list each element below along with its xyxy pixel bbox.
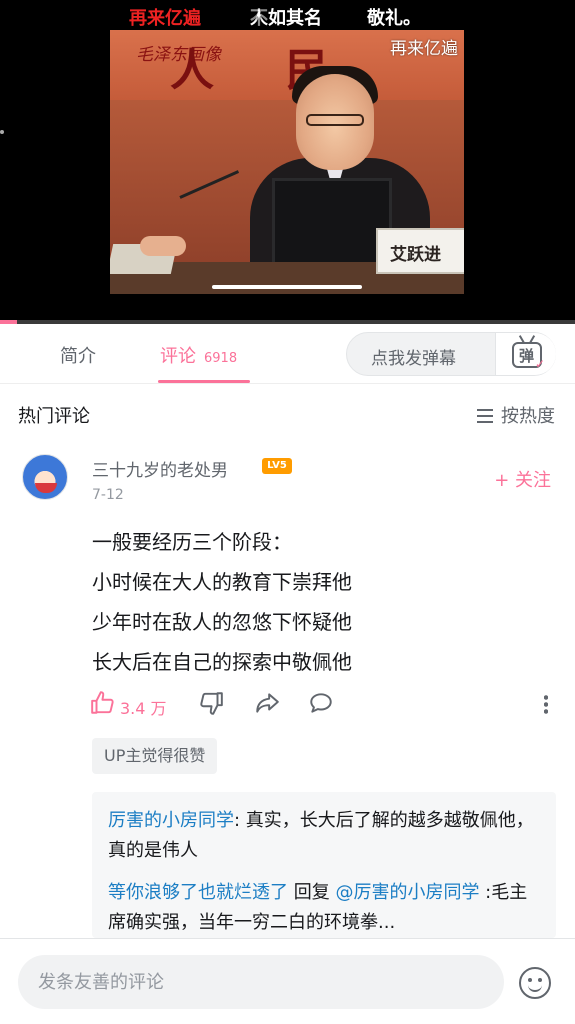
- share-button[interactable]: [254, 690, 280, 720]
- status-dot: [0, 130, 4, 134]
- comment-actions: 3.4 万: [90, 690, 560, 720]
- sort-toggle[interactable]: 按热度: [477, 402, 555, 428]
- sort-label: 按热度: [501, 406, 555, 427]
- reply-button[interactable]: [308, 690, 334, 720]
- reply-username[interactable]: 等你浪够了也就烂透了: [108, 882, 288, 903]
- emoji-icon[interactable]: [519, 967, 551, 999]
- tab-bar: 简介 评论 6918 点我发弹幕 弹 ✓: [0, 324, 575, 384]
- speaker-hand: [140, 236, 186, 256]
- danmaku-input-pill[interactable]: 点我发弹幕 弹 ✓: [346, 332, 556, 376]
- video-frame: 毛泽东画像 人 民 万 艾跃进 再来亿遍: [110, 30, 464, 294]
- comment-line: 长大后在自己的探索中敬佩他: [92, 650, 352, 674]
- comment-date: 7-12: [92, 487, 124, 503]
- comment-line: 少年时在敌人的忽悠下怀疑他: [92, 610, 352, 634]
- danmaku-item: 再来亿遍: [129, 8, 201, 29]
- tab-comments-label: 评论: [160, 346, 196, 367]
- level-badge: LV5: [262, 458, 292, 474]
- comment-bubble-icon: [310, 693, 332, 713]
- list-icon: [477, 409, 493, 423]
- scene-monitor: [272, 178, 392, 270]
- danmaku-item: 敬礼。: [367, 8, 421, 29]
- reply-item[interactable]: 等你浪够了也就烂透了 回复 @厉害的小房同学 :毛主席确实强，当年一穷二白的环境…: [108, 878, 540, 938]
- reply-mention[interactable]: @厉害的小房同学: [335, 882, 479, 903]
- reply-username[interactable]: 厉害的小房同学: [108, 810, 234, 831]
- comment-input-bar: [0, 938, 575, 1024]
- dislike-button[interactable]: [198, 690, 224, 720]
- thumbs-up-icon: [91, 691, 114, 714]
- danmaku-item: 不如: [250, 8, 286, 29]
- tab-comments[interactable]: 评论 6918: [160, 342, 237, 368]
- speaker-glasses: [306, 114, 364, 126]
- scene-nameplate: 艾跃进: [376, 228, 464, 274]
- video-watermark: 再来亿遍: [390, 39, 458, 59]
- like-button[interactable]: 3.4 万: [90, 690, 190, 720]
- comments-header: 热门评论 按热度: [0, 384, 575, 442]
- share-icon: [256, 693, 279, 713]
- reply-separator: :: [234, 810, 246, 831]
- reply-item[interactable]: 厉害的小房同学: 真实，长大后了解的越多越敬佩他，真的是伟人: [108, 806, 540, 866]
- tab-comments-count: 6918: [204, 351, 238, 366]
- comment-line: 小时候在大人的教育下崇拜他: [92, 570, 352, 594]
- home-indicator: [212, 285, 362, 289]
- danmaku-tv-icon: 弹 ✓: [512, 342, 545, 371]
- danmaku-toggle-button[interactable]: 弹 ✓: [496, 333, 556, 375]
- tab-active-indicator: [158, 380, 250, 383]
- danmaku-icon-glyph: 弹: [519, 347, 535, 365]
- tab-intro[interactable]: 简介: [60, 342, 96, 368]
- comment-line: 一般要经历三个阶段：: [92, 530, 292, 554]
- danmaku-input-placeholder[interactable]: 点我发弹幕: [371, 344, 456, 369]
- comment-username[interactable]: 三十九岁的老处男: [92, 456, 228, 481]
- follow-button[interactable]: + 关注: [494, 466, 551, 492]
- up-liked-badge: UP主觉得很赞: [92, 738, 218, 774]
- hot-comments-title: 热门评论: [18, 406, 90, 427]
- avatar[interactable]: [22, 454, 68, 500]
- reply-mid: 回复: [288, 882, 336, 903]
- reply-preview-box[interactable]: 厉害的小房同学: 真实，长大后了解的越多越敬佩他，真的是伟人 等你浪够了也就烂透…: [92, 792, 556, 938]
- like-count: 3.4 万: [120, 699, 167, 718]
- thumbs-down-icon: [200, 692, 223, 715]
- more-options-icon[interactable]: [544, 694, 548, 714]
- check-icon: ✓: [534, 357, 545, 371]
- comment-input[interactable]: [18, 955, 504, 1009]
- video-player[interactable]: 毛泽东画像 人 民 万 艾跃进 再来亿遍 再来亿遍 人如其名 不如 敬礼。: [0, 0, 575, 324]
- comment-body[interactable]: 一般要经历三个阶段： 小时候在大人的教育下崇拜他 少年时在敌人的忽悠下怀疑他 长…: [92, 522, 542, 682]
